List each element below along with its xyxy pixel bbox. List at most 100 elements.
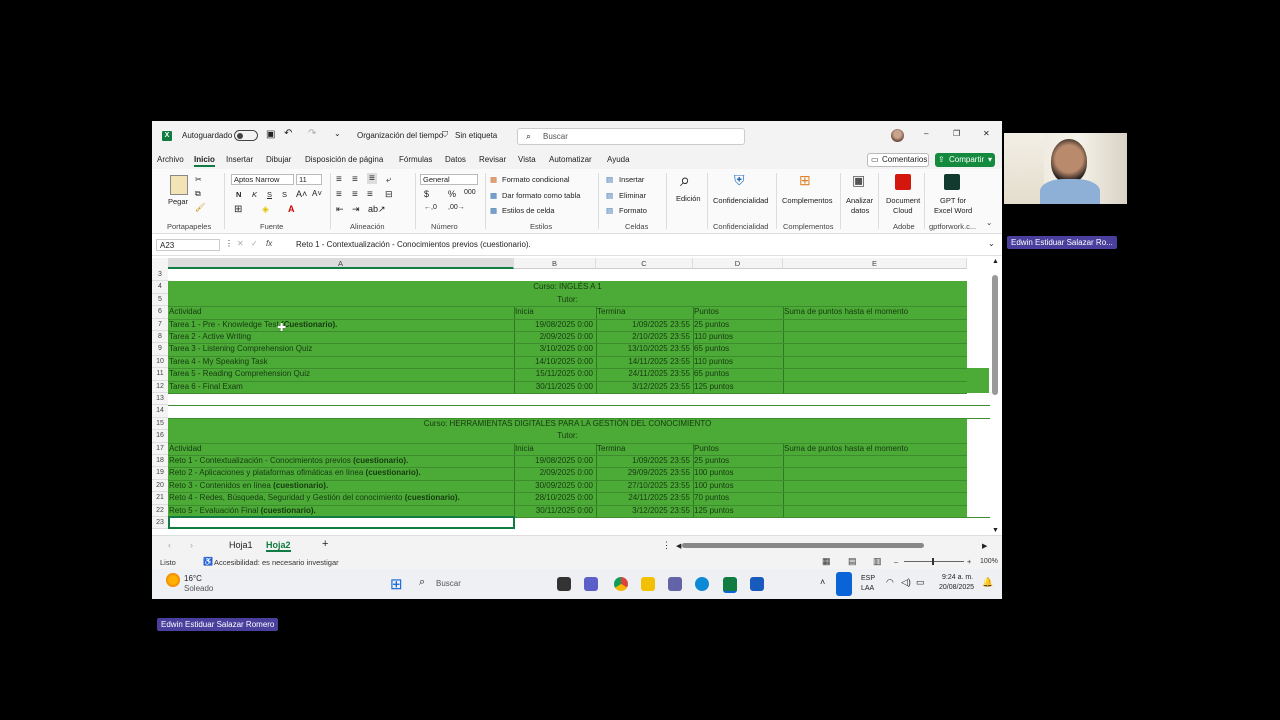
addins-icon[interactable]: ⊞ [799, 172, 811, 189]
wrap-text-icon[interactable]: ⤶ [386, 174, 391, 185]
hscroll-left-icon[interactable]: ◀ [676, 542, 681, 550]
row-header-9[interactable]: 9 [152, 343, 168, 356]
gpt-label-1[interactable]: GPT for [940, 196, 966, 205]
task-view-icon[interactable] [557, 577, 571, 591]
account-avatar[interactable] [891, 129, 904, 142]
zoom-level[interactable]: 100% [980, 558, 998, 565]
grow-font-icon[interactable]: A˄ [296, 189, 307, 199]
course2-end-cell[interactable]: 29/09/2025 23:55 [596, 467, 690, 479]
row-header-16[interactable]: 16 [152, 430, 168, 443]
vertical-scrollbar[interactable] [992, 275, 998, 395]
copy-icon[interactable]: ⧉ [195, 189, 201, 199]
edge-icon[interactable] [695, 577, 709, 591]
editing-button[interactable]: Edición [676, 194, 701, 203]
tab-formulas[interactable]: Fórmulas [399, 155, 432, 164]
row-header-10[interactable]: 10 [152, 355, 168, 369]
column-header-c[interactable]: C [596, 258, 693, 269]
confidentiality-button[interactable]: Confidencialidad [713, 196, 768, 205]
maximize-icon[interactable]: ❐ [953, 129, 960, 138]
paste-label[interactable]: Pegar [168, 197, 188, 206]
course1-activity-cell[interactable]: Tarea 5 - Reading Comprehension Quiz [169, 368, 310, 380]
notifications-icon[interactable]: 🔔 [982, 577, 993, 588]
row-header-4[interactable]: 4 [152, 281, 168, 294]
number-format-select[interactable]: General [420, 174, 478, 185]
course1-points-cell[interactable]: 25 puntos [694, 319, 729, 331]
gpt-addin-icon[interactable] [944, 174, 960, 190]
format-painter-icon[interactable]: 🖌 [195, 203, 205, 212]
currency-icon[interactable]: $ [424, 189, 429, 199]
add-sheet-icon[interactable]: + [322, 538, 328, 550]
course2-activity-cell[interactable]: Reto 5 - Evaluación Final (cuestionario)… [169, 505, 316, 517]
hscroll-right-icon[interactable]: ▶ [982, 542, 987, 550]
cancel-entry-icon[interactable]: ✕ [237, 239, 244, 248]
fill-color-icon[interactable]: ◈ [262, 204, 269, 215]
course2-header-3[interactable]: Puntos [694, 443, 719, 455]
course1-end-cell[interactable]: 1/09/2025 23:55 [596, 319, 690, 331]
normal-view-icon[interactable]: ▦ [822, 556, 831, 567]
confidentiality-icon[interactable]: ⛨ [734, 172, 745, 189]
analyze-data-icon[interactable]: ▣ [852, 172, 865, 189]
autosave-toggle[interactable] [234, 130, 258, 141]
course2-start-cell[interactable]: 2/09/2025 0:00 [514, 467, 593, 479]
confirm-entry-icon[interactable]: ✓ [251, 239, 258, 248]
font-color-icon[interactable]: A [288, 204, 295, 214]
scroll-up-icon[interactable]: ▲ [992, 258, 999, 265]
align-left-icon[interactable]: ≡ [336, 189, 342, 200]
row-header-17[interactable]: 17 [152, 442, 168, 455]
course2-activity-cell[interactable]: Reto 3 - Contenidos en línea (cuestionar… [169, 480, 328, 492]
chrome-icon[interactable] [614, 577, 628, 591]
course1-points-cell[interactable]: 110 puntos [694, 356, 733, 368]
course1-activity-cell[interactable]: Tarea 6 - Final Exam [169, 381, 243, 393]
row-header-5[interactable]: 5 [152, 293, 168, 307]
increase-indent-icon[interactable]: ⇥ [352, 204, 360, 215]
course2-header-1[interactable]: Inicia [515, 443, 534, 455]
selected-cell-a23[interactable] [168, 516, 515, 529]
course1-end-cell[interactable]: 14/11/2025 23:55 [596, 356, 690, 368]
row-header-23[interactable]: 23 [152, 517, 168, 530]
course1-activity-cell[interactable]: Tarea 3 - Listening Comprehension Quiz [169, 343, 312, 355]
course1-activity-cell[interactable]: Tarea 2 - Active Writing [169, 331, 251, 343]
course1-end-cell[interactable]: 2/10/2025 23:55 [596, 331, 690, 343]
undo-icon[interactable]: ↶ [284, 128, 292, 139]
course2-activity-cell[interactable]: Reto 2 - Aplicaciones y plataformas ofim… [169, 467, 421, 479]
course1-points-cell[interactable]: 110 puntos [694, 331, 733, 343]
tab-insertar[interactable]: Insertar [226, 155, 253, 164]
clock-time[interactable]: 9:24 a. m. [942, 574, 973, 581]
insert-function-icon[interactable]: fx [266, 239, 272, 248]
course2-activity-cell[interactable]: Reto 4 - Redes, Búsqueda, Seguridad y Ge… [169, 492, 460, 504]
cell-styles-button[interactable]: Estilos de celda [502, 206, 555, 215]
gpt-label-2[interactable]: Excel Word [934, 206, 972, 215]
row-header-11[interactable]: 11 [152, 368, 168, 381]
tab-inicio[interactable]: Inicio [194, 155, 215, 167]
microphone-icon[interactable] [836, 572, 852, 596]
taskbar-search[interactable]: ⌕ Buscar [414, 575, 534, 593]
addins-button[interactable]: Complementos [782, 196, 832, 205]
expand-formula-icon[interactable]: ⌄ [988, 239, 995, 248]
insert-button[interactable]: Insertar [619, 175, 644, 184]
row-header-7[interactable]: 7 [152, 318, 168, 331]
row-header-12[interactable]: 12 [152, 380, 168, 393]
name-box[interactable]: A23 [156, 239, 220, 251]
course1-header-0[interactable]: Actividad [169, 306, 201, 318]
decrease-indent-icon[interactable]: ⇤ [336, 204, 344, 215]
course1-start-cell[interactable]: 14/10/2025 0:00 [514, 356, 593, 368]
shrink-font-icon[interactable]: A˅ [312, 189, 322, 198]
windows-start-icon[interactable]: ⊞ [390, 575, 403, 593]
course1-tutor[interactable]: Tutor: [168, 294, 967, 306]
tab-datos[interactable]: Datos [445, 155, 466, 164]
course2-start-cell[interactable]: 30/11/2025 0:00 [514, 505, 593, 517]
weather-temp[interactable]: 16°C [184, 574, 202, 583]
course2-title[interactable]: Curso: HERRAMIENTAS DIGITALES PARA LA GE… [168, 418, 967, 430]
column-header-e[interactable]: E [783, 258, 967, 269]
row-header-14[interactable]: 14 [152, 405, 168, 418]
course2-start-cell[interactable]: 19/08/2025 0:00 [514, 455, 593, 467]
bold-icon[interactable]: N [236, 190, 241, 199]
page-break-icon[interactable]: ▥ [873, 556, 882, 567]
tab-dibujar[interactable]: Dibujar [266, 155, 291, 164]
row-header-18[interactable]: 18 [152, 455, 168, 468]
tab-archivo[interactable]: Archivo [157, 155, 184, 164]
row-header-6[interactable]: 6 [152, 306, 168, 319]
course2-points-cell[interactable]: 70 puntos [694, 492, 729, 504]
excel-taskbar-icon[interactable] [723, 577, 737, 593]
font-size-select[interactable]: 11 [296, 174, 322, 185]
